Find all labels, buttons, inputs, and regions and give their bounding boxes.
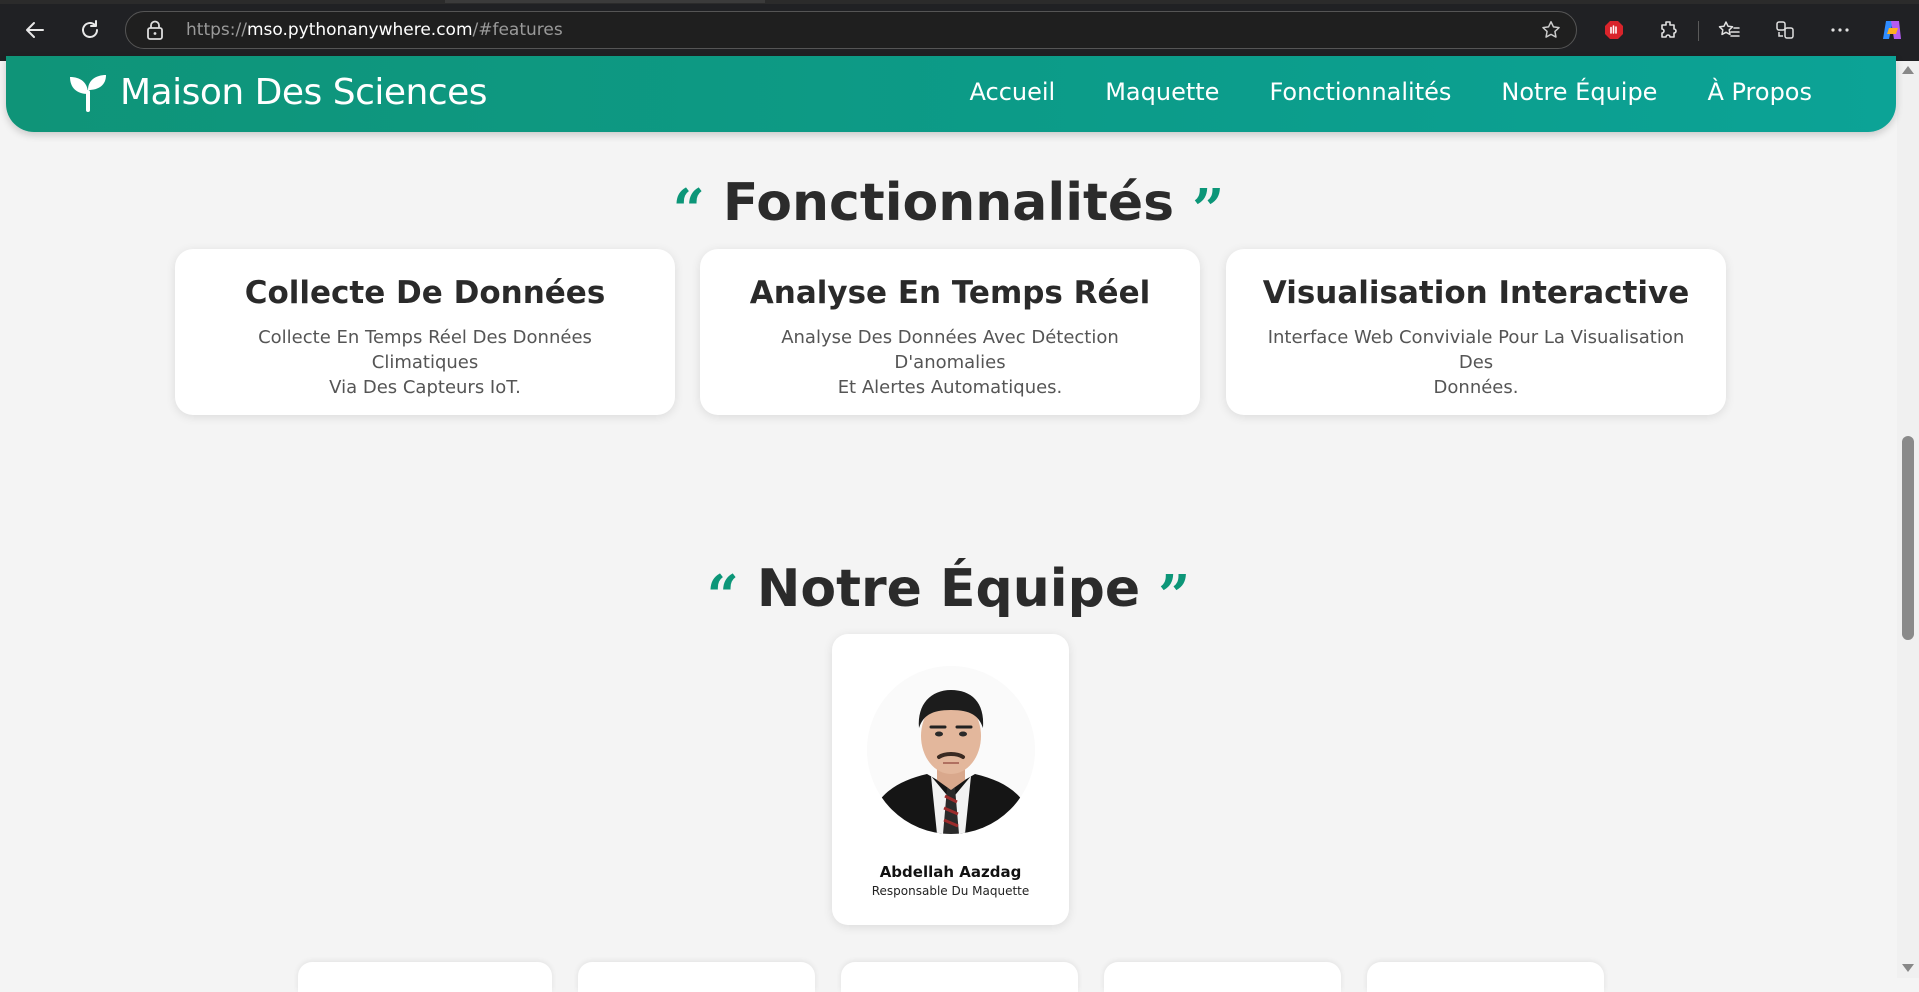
scrollbar-thumb[interactable] (1902, 436, 1914, 640)
star-icon[interactable] (1540, 19, 1562, 45)
copilot-icon[interactable] (1874, 12, 1910, 48)
tab-strip (0, 0, 1919, 4)
address-bar[interactable]: https://mso.pythonanywhere.com/#features (125, 11, 1577, 49)
open-quote-icon: “ (672, 177, 705, 243)
team-card-peek (298, 962, 552, 992)
feature-description: Collecte En Temps Réel Des Données Clima… (258, 327, 592, 398)
team-card-peek (841, 962, 1078, 992)
nav-accueil[interactable]: Accueil (970, 78, 1056, 106)
feature-title: Collecte De Données (244, 275, 606, 311)
section-title: Notre Équipe (756, 559, 1141, 619)
team-card-peek (578, 962, 815, 992)
nav-notre-equipe[interactable]: Notre Équipe (1501, 78, 1657, 106)
feature-description: Analyse Des Données Avec Détection D'ano… (781, 327, 1119, 398)
features-heading: “ Fonctionnalités ” (0, 168, 1897, 238)
nav-fonctionnalites[interactable]: Fonctionnalités (1269, 78, 1451, 106)
sprout-icon (70, 75, 106, 112)
member-name: Abdellah Aazdag (879, 863, 1022, 881)
toolbar-separator (1698, 21, 1699, 41)
member-role: Responsable Du Maquette (871, 884, 1030, 898)
feature-title: Visualisation Interactive (1262, 275, 1690, 311)
extensions-icon[interactable] (1651, 12, 1687, 48)
reload-icon[interactable] (72, 12, 108, 48)
url-text: https://mso.pythonanywhere.com/#features (186, 20, 563, 40)
feature-card-visualisation: Visualisation Interactive Interface Web … (1226, 249, 1726, 415)
brand[interactable]: Maison Des Sciences (66, 70, 488, 114)
site-navbar: Maison Des Sciences Accueil Maquette Fon… (6, 56, 1896, 132)
favorites-icon[interactable] (1711, 12, 1747, 48)
member-photo (867, 666, 1035, 834)
nav-a-propos[interactable]: À Propos (1707, 78, 1812, 106)
team-heading: “ Notre Équipe ” (0, 554, 1897, 624)
close-quote-icon: ” (1192, 177, 1225, 243)
lock-icon[interactable] (146, 20, 164, 44)
nav-menu: Accueil Maquette Fonctionnalités Notre É… (920, 78, 1812, 106)
brand-name: Maison Des Sciences (120, 71, 488, 113)
open-quote-icon: “ (706, 563, 739, 629)
feature-card-collecte: Collecte De Données Collecte En Temps Ré… (175, 249, 675, 415)
browser-toolbar: https://mso.pythonanywhere.com/#features (0, 0, 1919, 61)
scroll-up-arrow-icon[interactable] (1902, 66, 1914, 74)
team-card-peek (1104, 962, 1341, 992)
section-title: Fonctionnalités (722, 173, 1175, 233)
scroll-down-arrow-icon[interactable] (1902, 964, 1914, 972)
close-quote-icon: ” (1158, 563, 1191, 629)
more-icon[interactable] (1822, 12, 1858, 48)
feature-card-analyse: Analyse En Temps Réel Analyse Des Donnée… (700, 249, 1200, 415)
collections-icon[interactable] (1767, 12, 1803, 48)
feature-title: Analyse En Temps Réel (749, 275, 1151, 311)
feature-description: Interface Web Conviviale Pour La Visuali… (1267, 327, 1685, 398)
adblock-icon[interactable] (1596, 12, 1632, 48)
back-arrow-icon[interactable] (17, 12, 53, 48)
team-member-card: Abdellah Aazdag Responsable Du Maquette (832, 634, 1069, 925)
nav-maquette[interactable]: Maquette (1105, 78, 1219, 106)
tab-indicator (445, 0, 765, 3)
team-card-peek (1367, 962, 1604, 992)
